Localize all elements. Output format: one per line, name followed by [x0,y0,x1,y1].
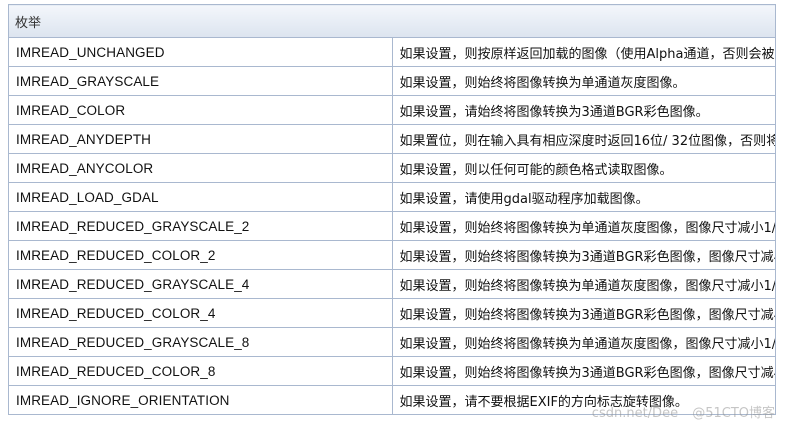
table-row: IMREAD_REDUCED_COLOR_8 如果设置，则始终将图像转换为3通道B… [8,356,776,386]
watermark-csdn: csdn.net/Dee [591,406,679,421]
enum-name: IMREAD_ANYDEPTH [8,124,393,154]
table-row: IMREAD_REDUCED_GRAYSCALE_8 如果设置，则始终将图像转换为… [8,327,776,357]
enum-name: IMREAD_GRAYSCALE [8,66,393,96]
enum-name: IMREAD_LOAD_GDAL [8,182,393,212]
enum-name: IMREAD_ANYCOLOR [8,153,393,183]
table-row: IMREAD_LOAD_GDAL 如果设置，请使用gdal驱动程序加载图像。 [8,182,776,212]
enum-name: IMREAD_REDUCED_GRAYSCALE_2 [8,211,393,241]
table-row: IMREAD_GRAYSCALE 如果设置，则始终将图像转换为单通道灰度图像。 [8,66,776,96]
table-header-row: 枚举 [8,4,776,38]
enum-description: 如果置位，则在输入具有相应深度时返回16位/ 32位图像，否则将其转换为8位。 [391,124,776,154]
enum-table-container: 枚举 IMREAD_UNCHANGED 如果设置，则按原样返回加载的图像（使用Al… [8,4,776,415]
enum-description: 如果设置，则始终将图像转换为单通道灰度图像，图像尺寸减小1/4。 [391,269,776,299]
enum-description: 如果设置，则始终将图像转换为单通道灰度图像。 [391,66,776,96]
enum-name: IMREAD_REDUCED_COLOR_8 [8,356,393,386]
enum-description: 如果设置，则始终将图像转换为单通道灰度图像，图像尺寸减小1/2。 [391,211,776,241]
table-row: IMREAD_REDUCED_GRAYSCALE_2 如果设置，则始终将图像转换为… [8,211,776,241]
enum-name: IMREAD_UNCHANGED [8,37,393,67]
watermark-51cto: @51CTO博客 [692,406,775,421]
enum-description: 如果设置，则始终将图像转换为3通道BGR彩色图像，图像尺寸减小1/4。 [391,298,776,328]
enum-table: 枚举 IMREAD_UNCHANGED 如果设置，则按原样返回加载的图像（使用Al… [8,4,776,415]
table-row: IMREAD_REDUCED_COLOR_4 如果设置，则始终将图像转换为3通道B… [8,298,776,328]
table-row: IMREAD_UNCHANGED 如果设置，则按原样返回加载的图像（使用Alpha… [8,37,776,67]
enum-name: IMREAD_COLOR [8,95,393,125]
watermark: csdn.net/Dee @51CTO博客 [592,402,775,421]
enum-description: 如果设置，则以任何可能的颜色格式读取图像。 [391,153,776,183]
enum-description: 如果设置，请使用gdal驱动程序加载图像。 [391,182,776,212]
enum-description: 如果设置，则始终将图像转换为3通道BGR彩色图像，图像尺寸减小1/8。 [391,356,776,386]
table-row: IMREAD_ANYDEPTH 如果置位，则在输入具有相应深度时返回16位/ 32… [8,124,776,154]
enum-name: IMREAD_REDUCED_GRAYSCALE_8 [8,327,393,357]
enum-description: 如果设置，则按原样返回加载的图像（使用Alpha通道，否则会被裁剪）。 [391,37,776,67]
table-row: IMREAD_REDUCED_GRAYSCALE_4 如果设置，则始终将图像转换为… [8,269,776,299]
table-row: IMREAD_COLOR 如果设置，请始终将图像转换为3通道BGR彩色图像。 [8,95,776,125]
enum-name: IMREAD_REDUCED_GRAYSCALE_4 [8,269,393,299]
enum-description: 如果设置，请始终将图像转换为3通道BGR彩色图像。 [391,95,776,125]
enum-name: IMREAD_REDUCED_COLOR_4 [8,298,393,328]
enum-name: IMREAD_REDUCED_COLOR_2 [8,240,393,270]
enum-name: IMREAD_IGNORE_ORIENTATION [8,385,393,415]
enum-description: 如果设置，则始终将图像转换为3通道BGR彩色图像，图像尺寸减小1/2。 [391,240,776,270]
table-header: 枚举 [8,4,776,38]
table-row: IMREAD_ANYCOLOR 如果设置，则以任何可能的颜色格式读取图像。 [8,153,776,183]
table-row: IMREAD_REDUCED_COLOR_2 如果设置，则始终将图像转换为3通道B… [8,240,776,270]
enum-description: 如果设置，则始终将图像转换为单通道灰度图像，图像尺寸减小1/8。 [391,327,776,357]
